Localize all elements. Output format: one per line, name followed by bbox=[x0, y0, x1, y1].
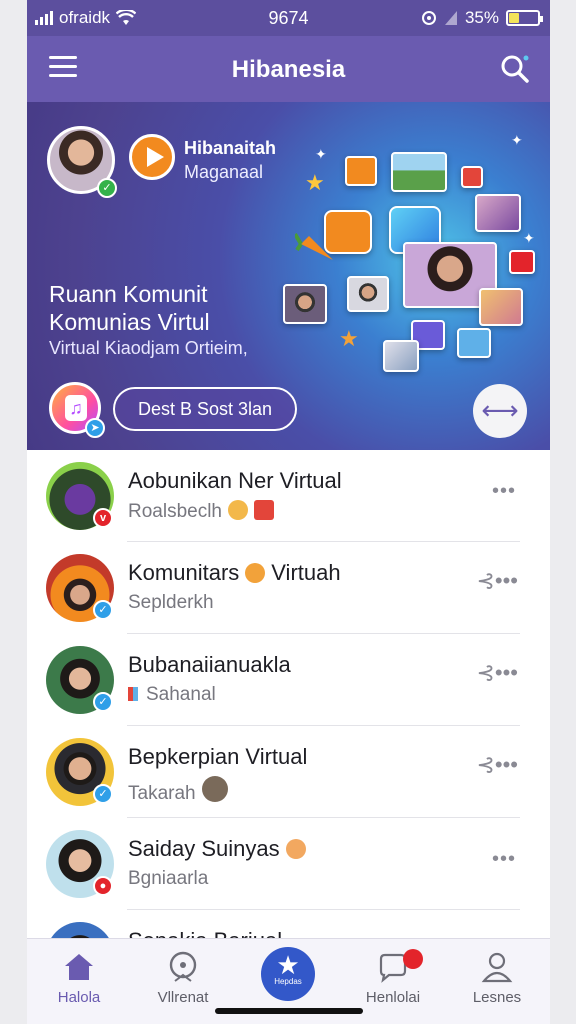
list-item-subtitle: Takarah bbox=[128, 776, 228, 805]
user-icon bbox=[481, 952, 513, 983]
play-icon[interactable] bbox=[129, 134, 175, 180]
youtube-icon bbox=[509, 250, 535, 274]
badge-icon: v bbox=[93, 508, 113, 528]
list-item-subtitle-text: Sahanal bbox=[146, 684, 216, 705]
verified-badge-icon: ✓ bbox=[93, 784, 113, 804]
list-item[interactable]: ✓ Bubanaiianuakla Sahanal ⊰••• bbox=[27, 634, 550, 726]
list-item-subtitle: Roalsbeclh bbox=[128, 500, 274, 523]
tab-label: Henlolai bbox=[365, 989, 421, 1006]
hero-headline-1: Ruann Komunit bbox=[49, 281, 208, 307]
more-options-icon[interactable]: ••• bbox=[492, 480, 516, 503]
search-icon[interactable] bbox=[500, 54, 530, 84]
hero-banner: ✓ Hibanaitah Maganaal ★ ★ ✦ ✦ ✦ Ruann Ko… bbox=[27, 102, 550, 450]
scissors-icon bbox=[461, 166, 483, 188]
list-item[interactable]: ✓ Bepkerpian Virtual Takarah ⊰••• bbox=[27, 726, 550, 818]
smile-emoji-icon bbox=[228, 500, 248, 520]
list-item-name: Aobunikan Ner Virtual bbox=[128, 468, 342, 493]
share-icon[interactable]: ⊰••• bbox=[476, 568, 518, 594]
mini-avatar-icon bbox=[201, 776, 228, 802]
battery-icon bbox=[506, 10, 543, 26]
photo-thumbnail bbox=[391, 152, 447, 192]
list-item[interactable]: ● Saiday Suinyas Bgniaarla ••• bbox=[27, 818, 550, 910]
phone-screen: ofraidk 9674 35% Hibanesia ✓ Hibanaitah … bbox=[27, 0, 550, 1024]
tab-label: Lesnes bbox=[472, 989, 522, 1006]
list-item[interactable]: ✓ Komunitars Virtuah Seplderkh ⊰••• bbox=[27, 542, 550, 634]
chat-bubble-icon bbox=[245, 563, 266, 583]
tab-center-star[interactable]: ★ Hepdas bbox=[261, 947, 315, 1001]
swap-arrows-icon[interactable]: ⟷ bbox=[473, 384, 527, 438]
star-icon: ★ bbox=[305, 170, 325, 195]
hero-subtitle: Maganaal bbox=[184, 162, 264, 182]
smile-emoji-icon bbox=[285, 839, 306, 859]
cell-signal-icon bbox=[444, 11, 457, 25]
tab-label: Hepdas bbox=[274, 977, 302, 986]
hero-pill-button[interactable]: Dest B Sost 3lan bbox=[113, 387, 297, 431]
location-badge-icon: ➤ bbox=[85, 418, 105, 438]
hero-name: Hibanaitah bbox=[184, 138, 277, 158]
share-icon[interactable]: ⊰••• bbox=[476, 660, 518, 686]
battery-fill bbox=[509, 13, 519, 23]
group-photo-thumbnail-2 bbox=[383, 340, 419, 372]
list-item-subtitle-text: Roalsbeclh bbox=[128, 501, 222, 522]
list-item-name: Bepkerpian Virtual bbox=[128, 744, 308, 769]
media-tile-icon bbox=[345, 156, 377, 186]
list-item-subtitle: Sahanal bbox=[128, 684, 216, 706]
app-title: Hibanesia bbox=[231, 56, 346, 83]
alarm-icon bbox=[421, 11, 436, 25]
badge-icon: ● bbox=[93, 876, 113, 896]
app-bar: Hibanesia bbox=[27, 36, 550, 102]
verified-badge-icon: ✓ bbox=[97, 178, 117, 198]
verified-badge-icon: ✓ bbox=[93, 600, 113, 620]
tab-label: Vllrenat bbox=[157, 989, 209, 1006]
sparkle-icon: ✦ bbox=[511, 132, 523, 148]
tab-home[interactable]: Halola bbox=[27, 939, 131, 1024]
list-item-subtitle: Bgniaarla bbox=[128, 868, 209, 889]
list-item-name-text: Saiday Suinyas bbox=[128, 836, 280, 861]
status-bar: ofraidk 9674 35% bbox=[27, 0, 550, 36]
sparkle-icon-3: ✦ bbox=[523, 230, 535, 246]
verified-badge-icon: ✓ bbox=[93, 692, 113, 712]
tab-label: Halola bbox=[57, 989, 101, 1006]
home-icon bbox=[65, 954, 93, 980]
notification-badge-icon bbox=[403, 949, 423, 969]
battery-percent: 35% bbox=[464, 8, 499, 27]
man-photo-thumbnail bbox=[283, 284, 327, 324]
flag-icon bbox=[128, 687, 138, 701]
list-item-name: Bubanaiianuakla bbox=[128, 652, 291, 677]
list-item-name-suffix: Virtuah bbox=[271, 560, 341, 585]
sparkle-icon-2: ✦ bbox=[315, 146, 327, 162]
group-photo-thumbnail bbox=[475, 194, 521, 232]
play-tile-icon-2 bbox=[457, 328, 491, 358]
kids-photo-thumbnail bbox=[479, 288, 523, 326]
list-item-name: Saiday Suinyas bbox=[128, 836, 306, 862]
tab-profile[interactable]: Lesnes bbox=[445, 939, 549, 1024]
list-item[interactable]: v Aobunikan Ner Virtual Roalsbeclh ••• bbox=[27, 450, 550, 542]
star-icon-2: ★ bbox=[339, 326, 359, 351]
sticker-icon bbox=[254, 500, 274, 520]
hero-headline-2: Komunias Virtul bbox=[49, 309, 210, 335]
man-photo-thumbnail-2 bbox=[347, 276, 389, 312]
share-icon[interactable]: ⊰••• bbox=[476, 752, 518, 778]
home-indicator bbox=[215, 1008, 363, 1014]
list-item-subtitle-text: Takarah bbox=[128, 783, 196, 804]
list-item-subtitle: Seplderkh bbox=[128, 592, 214, 613]
more-options-icon[interactable]: ••• bbox=[492, 848, 516, 871]
list-item-name-text: Komunitars bbox=[128, 560, 240, 585]
list-item-name: Komunitars Virtuah bbox=[128, 560, 341, 586]
compass-icon bbox=[169, 951, 197, 982]
hero-tagline: Virtual Kiaodjam Ortieim, bbox=[49, 338, 248, 358]
carrot-icon bbox=[295, 232, 333, 260]
status-right: 35% bbox=[421, 8, 543, 28]
